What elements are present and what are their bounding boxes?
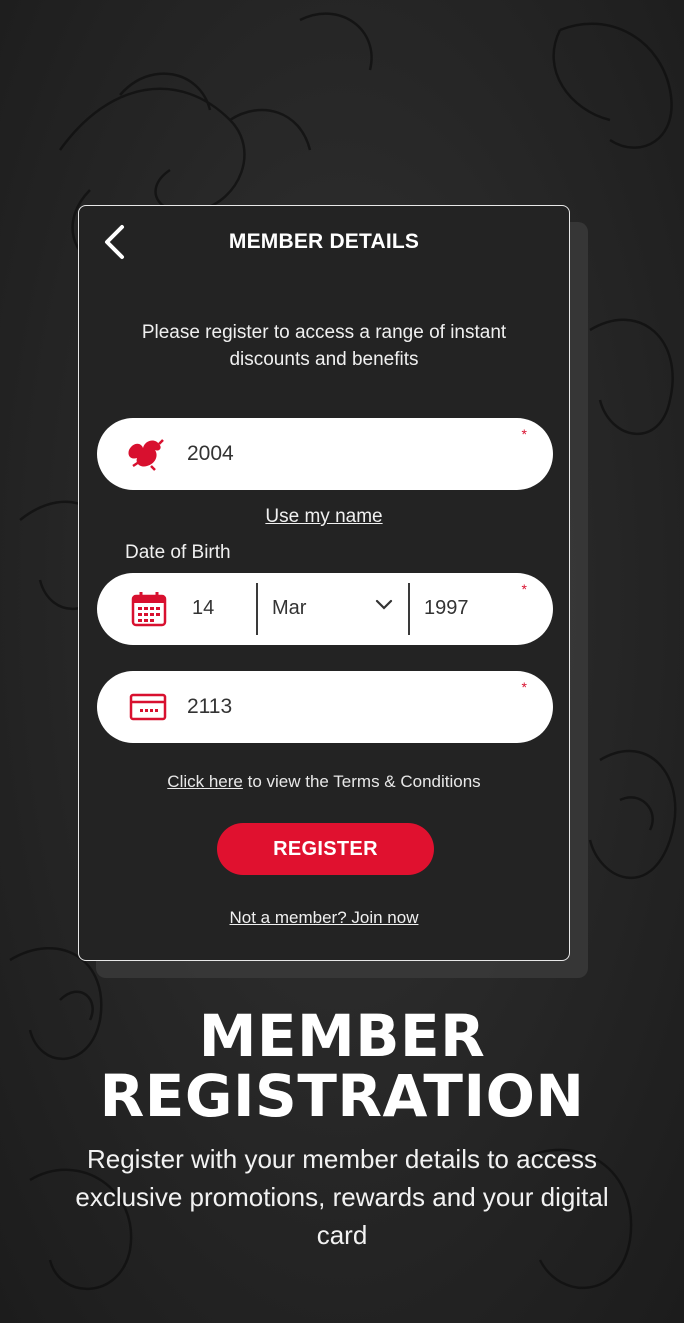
member-number-field[interactable]: 2004 * xyxy=(97,418,553,490)
chevron-down-icon[interactable] xyxy=(375,599,393,611)
member-number-value: 2004 xyxy=(187,442,234,465)
dob-label: Date of Birth xyxy=(125,542,231,563)
dob-year-input[interactable]: 1997 xyxy=(424,597,469,620)
promo-headline-line2: REGISTRATION xyxy=(99,1062,585,1130)
dragon-logo-icon xyxy=(128,439,164,471)
promo-subtitle: Register with your member details to acc… xyxy=(75,1144,609,1250)
use-my-name-link[interactable]: Use my name xyxy=(79,506,569,528)
required-marker: * xyxy=(521,679,527,695)
divider xyxy=(408,583,410,635)
promo-headline-line1: MEMBER xyxy=(198,1002,486,1070)
card-icon xyxy=(129,693,167,721)
divider xyxy=(256,583,258,635)
card-code-field[interactable]: 2113 * xyxy=(97,671,553,743)
date-of-birth-field: 14 Mar 1997 * xyxy=(97,573,553,645)
register-button[interactable]: REGISTER xyxy=(217,823,434,875)
card-code-value: 2113 xyxy=(187,695,233,718)
terms-text: Click here to view the Terms & Condition… xyxy=(79,772,569,792)
card-title: MEMBER DETAILS xyxy=(228,230,420,253)
join-now-link[interactable]: Not a member? Join now xyxy=(79,908,569,928)
promo-headline: MEMBER REGISTRATION xyxy=(0,1006,684,1126)
required-marker: * xyxy=(521,581,527,597)
terms-link[interactable]: Click here xyxy=(167,772,243,791)
member-details-card: MEMBER DETAILS Please register to access… xyxy=(78,205,570,961)
calendar-icon xyxy=(131,592,167,627)
intro-text: Please register to access a range of ins… xyxy=(141,322,507,370)
terms-label: to view the Terms & Conditions xyxy=(242,772,481,791)
required-marker: * xyxy=(521,426,527,442)
dob-month-select[interactable]: Mar xyxy=(272,597,306,620)
dob-day-input[interactable]: 14 xyxy=(192,597,214,620)
